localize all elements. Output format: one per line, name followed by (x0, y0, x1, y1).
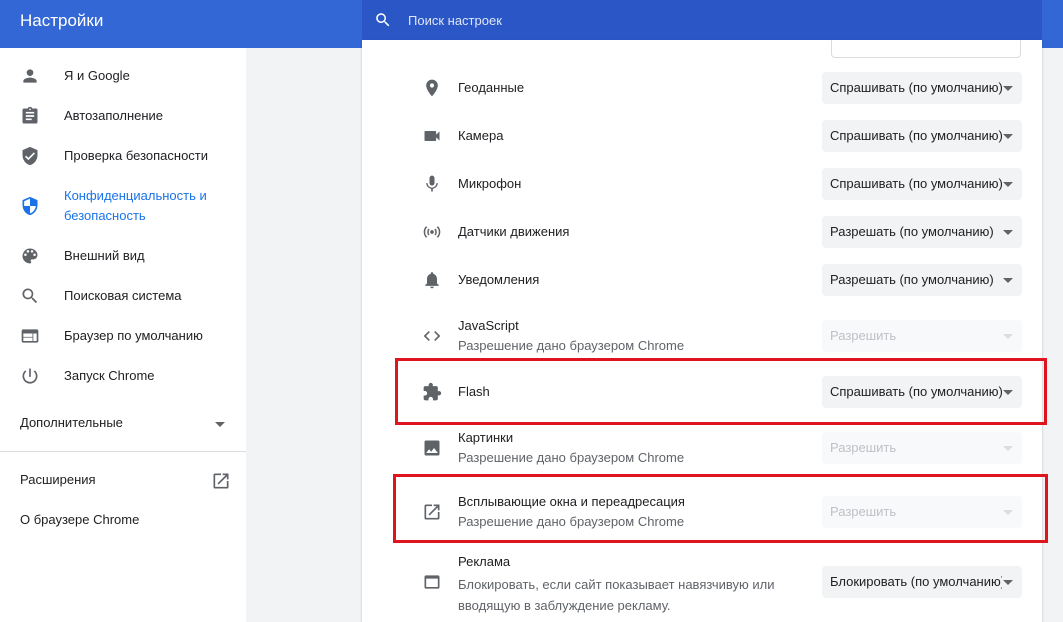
setting-title: Реклама (458, 554, 511, 569)
setting-dropdown: Разрешить (822, 432, 1022, 464)
dropdown-value: Спрашивать (по умолчанию) (830, 80, 1002, 95)
search-icon (376, 13, 390, 27)
caret-down-icon (1003, 278, 1013, 283)
shield-icon (22, 196, 38, 216)
setting-title: Картинки (458, 430, 514, 445)
setting-title: Уведомления (458, 272, 540, 287)
page-title: Настройки (20, 11, 104, 30)
sidebar-item-label: Внешний вид (64, 248, 145, 263)
caret-down-icon (1003, 446, 1013, 451)
caret-down-icon (1003, 182, 1013, 187)
caret-down-icon (1003, 334, 1013, 339)
sidebar-advanced-toggle[interactable]: Дополнительные (0, 414, 246, 434)
dropdown-value: Разрешить (830, 440, 897, 455)
sidebar-item-extensions[interactable]: Расширения (0, 470, 246, 492)
about-label: О браузере Chrome (20, 512, 140, 527)
setting-title: JavaScript (458, 318, 519, 333)
dropdown-value: Разрешать (по умолчанию) (830, 272, 994, 287)
dropdown-value: Разрешить (830, 328, 897, 343)
power-icon (22, 368, 38, 384)
advanced-label: Дополнительные (20, 415, 123, 430)
sidebar-item-label: Поисковая система (64, 288, 182, 303)
setting-row-javascript: JavaScript Разрешение дано браузером Chr… (362, 316, 1042, 364)
person-icon (23, 69, 37, 83)
image-icon (424, 440, 440, 456)
sidebar-item-privacy[interactable]: Конфиденциальность и безопасность (0, 186, 246, 226)
clipboard-icon (22, 106, 38, 124)
setting-dropdown[interactable]: Разрешать (по умолчанию) (822, 264, 1022, 296)
camera-icon (424, 131, 440, 141)
sidebar: Я и Google Автозаполнение Проверка безоп… (0, 48, 246, 622)
browser-icon (21, 329, 39, 343)
setting-title: Датчики движения (458, 224, 570, 239)
setting-dropdown: Разрешить (822, 320, 1022, 352)
sidebar-item-appearance[interactable]: Внешний вид (0, 246, 246, 266)
setting-row-notifications: Уведомления Разрешать (по умолчанию) (362, 264, 1042, 312)
dropdown-value: Разрешать (по умолчанию) (830, 224, 994, 239)
setting-subtitle: Разрешение дано браузером Chrome (458, 338, 685, 353)
caret-down-icon (1003, 580, 1013, 585)
sidebar-item-label: Конфиденциальность и безопасность (64, 188, 207, 223)
code-icon (423, 331, 441, 341)
palette-icon (22, 248, 38, 264)
bell-icon (425, 272, 439, 289)
setting-row-microphone: Микрофон Спрашивать (по умолчанию) (362, 168, 1042, 216)
setting-dropdown[interactable]: Разрешать (по умолчанию) (822, 216, 1022, 248)
location-icon (426, 79, 438, 97)
sidebar-item-on-startup[interactable]: Запуск Chrome (0, 366, 246, 386)
setting-title: Камера (458, 128, 504, 143)
sidebar-item-label: Проверка безопасности (64, 148, 209, 163)
sidebar-item-label: Автозаполнение (64, 108, 164, 123)
setting-row-camera: Камера Спрашивать (по умолчанию) (362, 120, 1042, 168)
partial-dropdown[interactable] (831, 40, 1021, 58)
sidebar-item-search-engine[interactable]: Поисковая система (0, 286, 246, 306)
search-icon (22, 288, 38, 304)
chevron-down-icon (215, 422, 225, 427)
caret-down-icon (1003, 134, 1013, 139)
sensors-icon (423, 226, 441, 238)
sidebar-item-label: Запуск Chrome (64, 368, 155, 383)
setting-row-motion-sensors: Датчики движения Разрешать (по умолчанию… (362, 216, 1042, 264)
extensions-label: Расширения (20, 472, 96, 487)
search-input[interactable] (408, 0, 1008, 40)
setting-title: Геоданные (458, 80, 525, 95)
sidebar-item-safety-check[interactable]: Проверка безопасности (0, 146, 246, 166)
microphone-icon (426, 175, 438, 192)
dropdown-value: Блокировать (по умолчанию) (830, 574, 1002, 589)
setting-dropdown[interactable]: Спрашивать (по умолчанию) (822, 72, 1022, 104)
sidebar-item-default-browser[interactable]: Браузер по умолчанию (0, 326, 246, 346)
sidebar-item-you-and-google[interactable]: Я и Google (0, 66, 246, 86)
shield-check-icon (22, 146, 38, 166)
sidebar-item-label: Я и Google (64, 68, 130, 83)
setting-row-ads: Реклама Блокировать, если сайт показывае… (362, 552, 1042, 616)
dropdown-value: Спрашивать (по умолчанию) (830, 176, 1002, 191)
sidebar-divider (0, 451, 246, 452)
highlight-box-flash (395, 358, 1047, 425)
dropdown-value: Спрашивать (по умолчанию) (830, 128, 1002, 143)
highlight-box-popups (393, 474, 1048, 543)
setting-dropdown[interactable]: Спрашивать (по умолчанию) (822, 168, 1022, 200)
sidebar-item-autofill[interactable]: Автозаполнение (0, 106, 246, 126)
caret-down-icon (1003, 86, 1013, 91)
setting-dropdown[interactable]: Спрашивать (по умолчанию) (822, 120, 1022, 152)
sidebar-item-about-chrome[interactable]: О браузере Chrome (0, 510, 246, 532)
setting-subtitle: Блокировать, если сайт показывает навязч… (458, 577, 775, 613)
search-bar[interactable] (362, 0, 1042, 40)
setting-dropdown[interactable]: Блокировать (по умолчанию) (822, 566, 1022, 598)
caret-down-icon (1003, 230, 1013, 235)
sidebar-item-label: Браузер по умолчанию (64, 328, 203, 343)
ads-icon (424, 575, 440, 589)
setting-subtitle: Разрешение дано браузером Chrome (458, 450, 685, 465)
setting-title: Микрофон (458, 176, 522, 191)
open-in-new-icon (213, 473, 229, 489)
setting-row-images: Картинки Разрешение дано браузером Chrom… (362, 428, 1042, 476)
